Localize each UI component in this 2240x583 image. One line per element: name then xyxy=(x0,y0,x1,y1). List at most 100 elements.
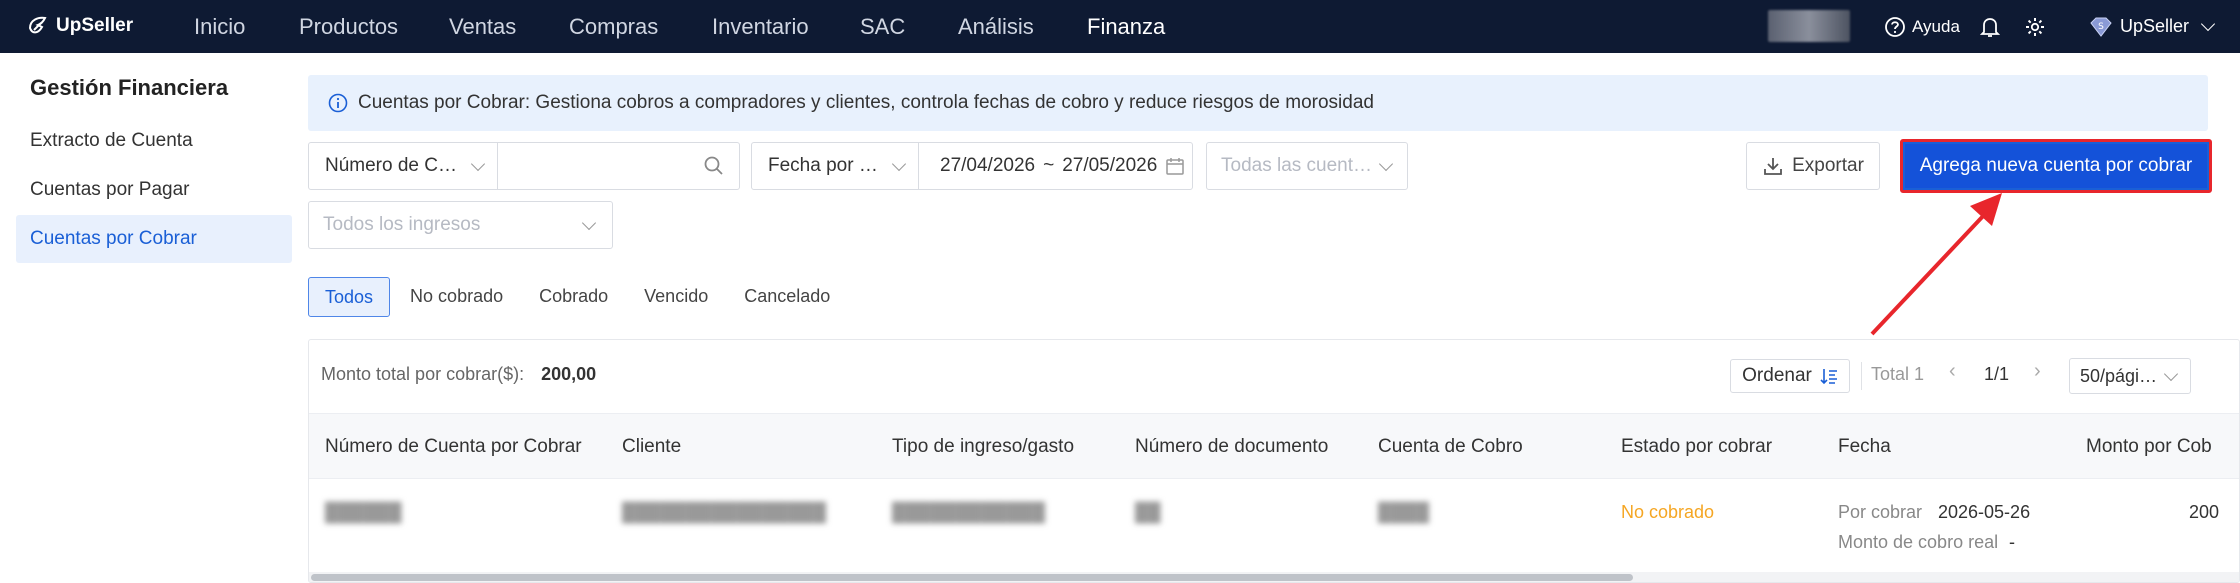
col-tipo: Tipo de ingreso/gasto xyxy=(892,436,1075,457)
top-nav: UpSeller Inicio Productos Ventas Compras… xyxy=(0,0,2240,53)
sidebar-title: Gestión Financiera xyxy=(30,75,229,100)
date-separator: ~ xyxy=(1043,155,1055,176)
status-tabs: Todos No cobrado Cobrado Vencido Cancela… xyxy=(308,277,850,317)
diamond-badge-icon: S xyxy=(2090,17,2112,37)
chevron-down-icon xyxy=(891,156,907,171)
tab-no-cobrado[interactable]: No cobrado xyxy=(394,277,519,317)
calendar-icon xyxy=(1166,158,1185,175)
settings-button[interactable] xyxy=(2024,0,2046,53)
col-cuenta: Cuenta de Cobro xyxy=(1378,436,1523,457)
col-documento: Número de documento xyxy=(1135,436,1329,457)
row-numero[interactable]: ██████ xyxy=(325,502,402,523)
income-type-select[interactable]: Todos los ingresos xyxy=(308,201,613,249)
row-amount: 200 xyxy=(2189,502,2220,522)
info-icon xyxy=(328,93,348,113)
divider xyxy=(918,143,919,189)
chevron-down-icon xyxy=(2200,16,2216,32)
store-selector[interactable] xyxy=(1768,10,1850,42)
nav-compras[interactable]: Compras xyxy=(569,0,658,53)
svg-text:S: S xyxy=(2098,22,2104,32)
sidebar-item-pagar[interactable]: Cuentas por Pagar xyxy=(16,166,292,214)
date-range-picker[interactable]: 27/04/2026 ~ 27/05/2026 xyxy=(918,155,1185,177)
add-receivable-button[interactable]: Agrega nueva cuenta por cobrar xyxy=(1900,139,2212,193)
income-placeholder: Todos los ingresos xyxy=(323,214,481,235)
prev-page-icon[interactable]: ‹ xyxy=(1949,360,1956,383)
nav-finanza[interactable]: Finanza xyxy=(1087,0,1165,53)
row-documento: ██ xyxy=(1135,502,1161,522)
chevron-down-icon xyxy=(1378,156,1394,171)
search-field-label: Número de C… xyxy=(325,155,457,176)
nav-analisis[interactable]: Análisis xyxy=(958,0,1034,53)
divider xyxy=(1861,362,1862,390)
account-menu[interactable]: S UpSeller xyxy=(2088,0,2216,53)
search-field-select[interactable]: Número de C… xyxy=(309,155,497,177)
row-date-label: Por cobrar xyxy=(1838,502,1923,522)
nav-ventas[interactable]: Ventas xyxy=(449,0,516,53)
row-cuenta: ████ xyxy=(1378,502,1430,522)
col-numero: Número de Cuenta por Cobrar xyxy=(325,436,582,457)
search-group: Número de C… xyxy=(308,142,740,190)
export-button[interactable]: Exportar xyxy=(1746,142,1880,190)
help-label: Ayuda xyxy=(1912,16,1960,36)
page-size-label: 50/pági… xyxy=(2080,365,2158,386)
scrollbar-thumb[interactable] xyxy=(311,574,1633,581)
date-to: 27/05/2026 xyxy=(1062,155,1158,176)
search-input[interactable] xyxy=(501,144,697,188)
notifications-button[interactable] xyxy=(1980,0,2000,53)
main-content: Cuentas por Cobrar: Gestiona cobros a co… xyxy=(300,53,2240,583)
total-summary: Monto total por cobrar($): 200,00 xyxy=(321,364,596,385)
nav-inicio[interactable]: Inicio xyxy=(194,0,245,53)
col-monto: Monto por Cob xyxy=(2086,436,2212,457)
sort-button[interactable]: Ordenar xyxy=(1730,359,1850,393)
gear-icon xyxy=(2026,17,2044,36)
tab-todos[interactable]: Todos xyxy=(308,277,391,317)
row-real-value: - xyxy=(2009,532,2015,552)
sidebar-item-cobrar[interactable]: Cuentas por Cobrar xyxy=(16,215,292,263)
row-tipo: ████████████ xyxy=(892,502,1046,522)
row-cliente: ████████████████ xyxy=(622,502,827,522)
total-count: Total 1 xyxy=(1871,364,1925,384)
sidebar-item-extracto[interactable]: Extracto de Cuenta xyxy=(16,117,292,165)
brand-logo[interactable]: UpSeller xyxy=(26,13,133,39)
summary-label: Monto total por cobrar($): xyxy=(321,364,525,384)
account-name: UpSeller xyxy=(2120,16,2190,36)
tab-cancelado[interactable]: Cancelado xyxy=(728,277,846,317)
sidebar: Gestión Financiera Extracto de Cuenta Cu… xyxy=(0,53,300,583)
page-size-select[interactable]: 50/pági… xyxy=(2069,358,2191,394)
row-date-value: 2026-05-26 xyxy=(1938,502,2031,522)
sort-label: Ordenar xyxy=(1742,365,1812,386)
horizontal-scrollbar[interactable] xyxy=(309,572,2239,582)
next-page-icon[interactable]: › xyxy=(2034,360,2041,383)
col-estado: Estado por cobrar xyxy=(1621,436,1773,457)
question-circle-icon xyxy=(1885,16,1905,37)
info-banner: Cuentas por Cobrar: Gestiona cobros a co… xyxy=(308,75,2208,131)
divider xyxy=(497,143,498,189)
add-receivable-label: Agrega nueva cuenta por cobrar xyxy=(1905,144,2207,188)
chevron-down-icon xyxy=(2163,366,2179,381)
tab-vencido[interactable]: Vencido xyxy=(628,277,724,317)
search-icon[interactable] xyxy=(703,155,725,177)
brand-name: UpSeller xyxy=(56,15,134,36)
nav-productos[interactable]: Productos xyxy=(299,0,398,53)
accounts-placeholder: Todas las cuent… xyxy=(1221,155,1373,176)
date-type-select[interactable]: Fecha por … xyxy=(752,155,918,177)
nav-sac[interactable]: SAC xyxy=(860,0,905,53)
accounts-select[interactable]: Todas las cuent… xyxy=(1206,142,1408,190)
nav-inventario[interactable]: Inventario xyxy=(712,0,809,53)
col-fecha: Fecha xyxy=(1838,436,1891,457)
row-real-label: Monto de cobro real xyxy=(1838,532,1999,552)
tab-cobrado[interactable]: Cobrado xyxy=(523,277,624,317)
help-link[interactable]: Ayuda xyxy=(1884,0,1960,53)
summary-value: 200,00 xyxy=(541,364,597,384)
table-header: Número de Cuenta por Cobrar Cliente Tipo… xyxy=(309,413,2239,479)
export-label: Exportar xyxy=(1792,155,1864,176)
date-filter-group: Fecha por … 27/04/2026 ~ 27/05/2026 xyxy=(751,142,1193,190)
info-text: Cuentas por Cobrar: Gestiona cobros a co… xyxy=(358,92,1374,113)
date-from: 27/04/2026 xyxy=(940,155,1036,176)
date-type-label: Fecha por … xyxy=(768,155,878,176)
page-indicator: 1/1 xyxy=(1984,364,2010,384)
receivables-table: Monto total por cobrar($): 200,00 Ordena… xyxy=(308,339,2240,583)
row-status-badge: No cobrado xyxy=(1621,502,1715,522)
sort-icon xyxy=(1820,369,1837,385)
chevron-down-icon xyxy=(470,156,486,171)
